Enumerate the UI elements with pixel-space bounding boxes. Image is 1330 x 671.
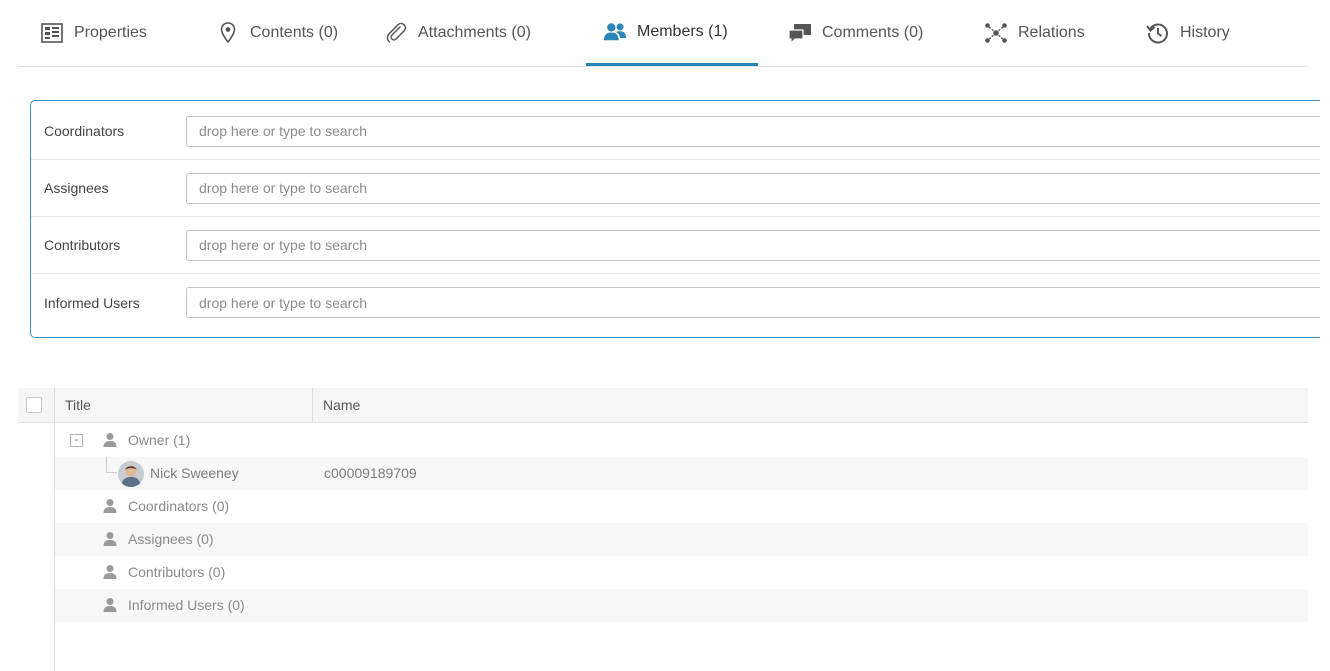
tab-relations[interactable]: Relations xyxy=(984,0,1085,66)
comments-icon xyxy=(788,21,812,45)
collapse-toggle[interactable]: - xyxy=(70,434,83,447)
user-icon xyxy=(102,531,118,547)
tab-attachments[interactable]: Attachments (0) xyxy=(384,0,531,66)
group-label: Contributors (0) xyxy=(128,564,226,580)
relations-icon xyxy=(984,21,1008,45)
tab-comments[interactable]: Comments (0) xyxy=(788,0,923,66)
tab-label: Members (1) xyxy=(637,22,728,40)
tab-bar: Properties Contents (0) Attachments (0) … xyxy=(18,0,1308,67)
properties-icon xyxy=(40,21,64,45)
group-label: Informed Users (0) xyxy=(128,597,245,613)
column-header-name[interactable]: Name xyxy=(323,397,360,413)
column-header-title[interactable]: Title xyxy=(65,397,91,413)
field-label: Assignees xyxy=(44,180,109,196)
field-row-contributors: Contributors xyxy=(31,217,1320,274)
tab-label: Properties xyxy=(74,24,147,41)
tab-label: Comments (0) xyxy=(822,24,924,41)
group-label: Owner (1) xyxy=(128,432,191,448)
group-row-informed-users[interactable]: Informed Users (0) xyxy=(55,589,1308,622)
group-label: Coordinators (0) xyxy=(128,498,230,514)
column-divider xyxy=(54,388,55,423)
paperclip-icon xyxy=(384,21,408,45)
tab-contents[interactable]: Contents (0) xyxy=(216,0,338,66)
users-icon xyxy=(603,20,627,44)
informed-users-search-input[interactable] xyxy=(186,287,1320,318)
user-icon xyxy=(102,564,118,580)
coordinators-search-input[interactable] xyxy=(186,115,1320,147)
user-icon xyxy=(102,498,118,514)
tree-connector xyxy=(106,457,117,473)
assignees-search-input[interactable] xyxy=(186,172,1320,204)
grid-header: Title Name xyxy=(18,388,1308,423)
group-label: Assignees (0) xyxy=(128,531,214,547)
field-row-coordinators: Coordinators xyxy=(31,103,1320,160)
location-pin-icon xyxy=(216,21,240,45)
field-label: Informed Users xyxy=(44,294,140,311)
tab-history[interactable]: History xyxy=(1146,0,1230,66)
field-row-informed-users: Informed Users xyxy=(31,274,1320,331)
members-grid: Title Name - Owner (1) Nick Sweeney c000… xyxy=(18,388,1308,671)
field-row-assignees: Assignees xyxy=(31,160,1320,217)
members-fields-panel: Coordinators Assignees Contributors Info… xyxy=(30,100,1320,338)
member-name: c00009189709 xyxy=(324,465,417,481)
user-icon xyxy=(102,432,118,448)
tab-label: Relations xyxy=(1018,24,1085,41)
select-all-checkbox[interactable] xyxy=(26,397,42,413)
tab-label: Attachments (0) xyxy=(418,24,531,41)
field-label: Coordinators xyxy=(44,123,125,139)
field-label: Contributors xyxy=(44,237,121,253)
member-row[interactable]: Nick Sweeney c00009189709 xyxy=(55,457,1308,490)
member-title: Nick Sweeney xyxy=(150,465,239,481)
group-row-coordinators[interactable]: Coordinators (0) xyxy=(55,490,1308,523)
tab-properties[interactable]: Properties xyxy=(40,0,147,66)
tab-members[interactable]: Members (1) xyxy=(586,0,758,66)
history-icon xyxy=(1146,21,1170,45)
tab-label: Contents (0) xyxy=(250,24,339,41)
group-row-assignees[interactable]: Assignees (0) xyxy=(55,523,1308,556)
group-row-owner[interactable]: - Owner (1) xyxy=(55,424,1308,457)
user-icon xyxy=(102,597,118,613)
contributors-search-input[interactable] xyxy=(186,229,1320,261)
tab-label: History xyxy=(1180,24,1230,41)
avatar xyxy=(118,461,144,487)
column-divider[interactable] xyxy=(312,388,313,423)
group-row-contributors[interactable]: Contributors (0) xyxy=(55,556,1308,589)
